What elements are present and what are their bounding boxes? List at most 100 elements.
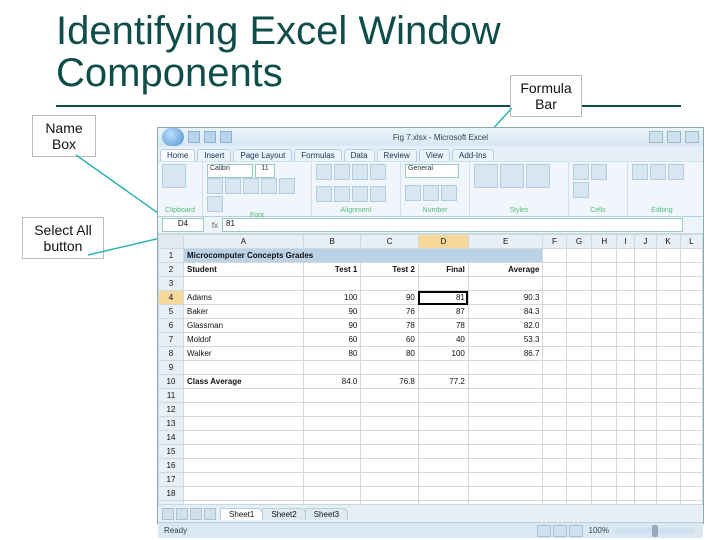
undo-icon[interactable] [204, 131, 216, 143]
cell[interactable] [635, 459, 656, 473]
cell[interactable] [566, 333, 592, 347]
cell[interactable] [592, 403, 617, 417]
merge-icon[interactable] [370, 186, 386, 202]
cell[interactable] [361, 403, 419, 417]
cell[interactable] [361, 473, 419, 487]
cell[interactable] [617, 347, 635, 361]
col-header[interactable]: J [635, 235, 656, 249]
bold-icon[interactable] [207, 178, 223, 194]
cell[interactable] [680, 501, 702, 505]
cell[interactable] [184, 277, 304, 291]
cell[interactable]: Baker [184, 305, 304, 319]
cell[interactable] [418, 445, 468, 459]
cell[interactable] [635, 249, 656, 263]
row-header[interactable]: 2 [159, 263, 184, 277]
prev-sheet-icon[interactable] [176, 508, 188, 520]
cell[interactable] [468, 431, 543, 445]
cell[interactable]: 87 [418, 305, 468, 319]
cell[interactable] [656, 305, 680, 319]
cell[interactable] [184, 403, 304, 417]
cell[interactable] [617, 431, 635, 445]
cell[interactable] [617, 305, 635, 319]
cell[interactable] [635, 501, 656, 505]
cell[interactable] [680, 445, 702, 459]
row-header[interactable]: 1 [159, 249, 184, 263]
save-icon[interactable] [188, 131, 200, 143]
cell[interactable] [566, 249, 592, 263]
col-header[interactable]: D [418, 235, 468, 249]
cell[interactable] [635, 277, 656, 291]
cell[interactable] [592, 501, 617, 505]
cell[interactable] [617, 291, 635, 305]
cell[interactable] [656, 473, 680, 487]
cell[interactable] [566, 431, 592, 445]
cell[interactable]: 100 [418, 347, 468, 361]
cell[interactable] [592, 459, 617, 473]
fill-color-icon[interactable] [279, 178, 295, 194]
cell[interactable] [617, 361, 635, 375]
font-name-select[interactable]: Calibri [207, 164, 253, 178]
close-icon[interactable] [685, 131, 699, 143]
cell[interactable] [635, 445, 656, 459]
cell[interactable]: 76 [361, 305, 419, 319]
cell[interactable] [543, 417, 566, 431]
cell[interactable]: 100 [303, 291, 361, 305]
cell[interactable] [635, 347, 656, 361]
cell[interactable] [543, 263, 566, 277]
cell[interactable]: 90.3 [468, 291, 543, 305]
cell[interactable] [680, 277, 702, 291]
cell[interactable] [418, 459, 468, 473]
cell[interactable]: 90 [303, 305, 361, 319]
font-color-icon[interactable] [207, 196, 223, 212]
cell[interactable]: Microcomputer Concepts Grades [184, 249, 543, 263]
cell[interactable] [635, 473, 656, 487]
sheet-tab-sheet2[interactable]: Sheet2 [262, 508, 305, 520]
cell[interactable] [468, 417, 543, 431]
cell[interactable] [617, 473, 635, 487]
col-header[interactable]: I [617, 235, 635, 249]
cell[interactable] [656, 263, 680, 277]
page-layout-view-icon[interactable] [553, 525, 567, 537]
cell[interactable] [543, 473, 566, 487]
cell[interactable] [617, 249, 635, 263]
cell[interactable] [617, 277, 635, 291]
col-header[interactable]: H [592, 235, 617, 249]
cell[interactable] [566, 417, 592, 431]
cell[interactable] [184, 417, 304, 431]
cell[interactable] [468, 487, 543, 501]
worksheet-grid[interactable]: ABCDEFGHIJKL1Microcomputer Concepts Grad… [158, 234, 703, 504]
cell[interactable] [184, 389, 304, 403]
cell[interactable] [592, 445, 617, 459]
cell[interactable] [680, 431, 702, 445]
cell[interactable]: 77.2 [418, 375, 468, 389]
cell[interactable] [184, 445, 304, 459]
cell[interactable] [468, 277, 543, 291]
cell[interactable] [635, 263, 656, 277]
cell[interactable] [592, 249, 617, 263]
cell[interactable] [566, 445, 592, 459]
sheet-tab-sheet1[interactable]: Sheet1 [220, 508, 263, 520]
underline-icon[interactable] [243, 178, 259, 194]
cell[interactable] [592, 263, 617, 277]
cell[interactable] [566, 277, 592, 291]
cell[interactable] [184, 501, 304, 505]
comma-icon[interactable] [441, 185, 457, 201]
cell[interactable] [656, 277, 680, 291]
cell[interactable] [361, 459, 419, 473]
next-sheet-icon[interactable] [190, 508, 202, 520]
cell[interactable] [543, 277, 566, 291]
ribbon-tab-review[interactable]: Review [377, 149, 417, 161]
maximize-icon[interactable] [667, 131, 681, 143]
cell[interactable]: 60 [303, 333, 361, 347]
cell[interactable] [566, 459, 592, 473]
cell[interactable] [617, 403, 635, 417]
cell[interactable] [617, 263, 635, 277]
cell[interactable] [543, 361, 566, 375]
cell[interactable] [680, 473, 702, 487]
cell[interactable] [680, 263, 702, 277]
cell[interactable] [680, 305, 702, 319]
cell[interactable] [543, 501, 566, 505]
sort-filter-icon[interactable] [650, 164, 666, 180]
cell[interactable] [680, 403, 702, 417]
cell[interactable] [656, 501, 680, 505]
